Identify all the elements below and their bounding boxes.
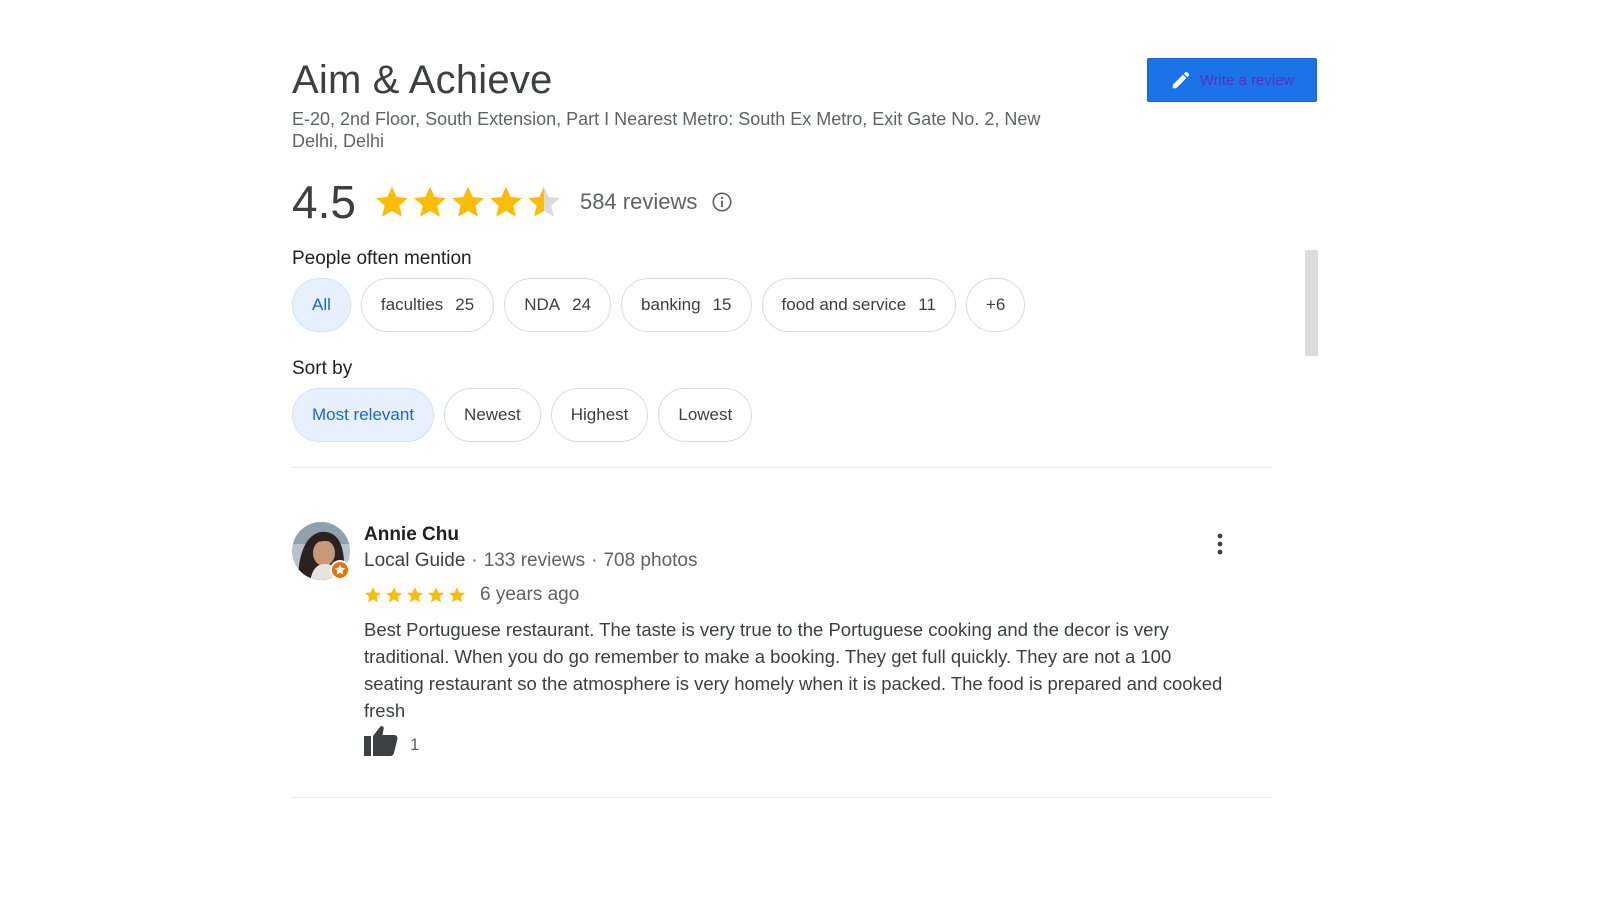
star-full-icon bbox=[386, 587, 402, 603]
info-icon[interactable] bbox=[711, 191, 733, 213]
mention-chip-label: NDA bbox=[524, 295, 561, 314]
reviewer-name[interactable]: Annie Chu bbox=[364, 524, 459, 546]
mention-chip-count: 11 bbox=[918, 295, 936, 314]
reviewer-photo-count: 708 photos bbox=[603, 550, 698, 571]
mention-chip-label: food and service bbox=[781, 295, 907, 314]
like-count: 1 bbox=[410, 735, 420, 754]
sort-option[interactable]: Lowest bbox=[658, 388, 753, 442]
review-count-link[interactable]: 584 reviews bbox=[580, 189, 697, 215]
local-guide-label: Local Guide bbox=[364, 550, 466, 571]
mention-chip[interactable]: NDA 24 bbox=[504, 278, 612, 332]
mentions-label: People often mention bbox=[292, 248, 472, 269]
write-review-button[interactable]: Write a review bbox=[1147, 58, 1317, 102]
sort-label: Sort by bbox=[292, 358, 353, 379]
sort-option[interactable]: Newest bbox=[444, 388, 541, 442]
mention-chips: All faculties 25 NDA 24 banking 15 food and ser… bbox=[292, 278, 1026, 332]
star-half-icon bbox=[528, 186, 560, 217]
review-stars bbox=[364, 586, 466, 604]
divider bbox=[292, 467, 1272, 468]
rating-summary: 4.5 584 reviews bbox=[292, 172, 733, 232]
place-title: Aim & Achieve bbox=[292, 58, 553, 102]
mention-chip-count: 24 bbox=[572, 295, 592, 314]
place-address: E-20, 2nd Floor, South Extension, Part I… bbox=[292, 109, 1041, 151]
mention-chip[interactable]: All bbox=[292, 278, 351, 332]
like-button[interactable]: 1 bbox=[364, 724, 419, 756]
reviewer-review-count: 133 reviews bbox=[483, 550, 586, 571]
pencil-icon bbox=[1172, 71, 1189, 89]
mention-chip[interactable]: food and service 11 bbox=[761, 278, 956, 332]
review-rating-row: 6 years ago bbox=[364, 584, 579, 606]
mention-chip-count: 15 bbox=[712, 295, 732, 314]
thumbs-up-icon bbox=[364, 726, 398, 756]
scrollbar-thumb[interactable] bbox=[1305, 250, 1318, 356]
star-full-icon bbox=[407, 587, 423, 603]
meta-separator: · bbox=[591, 550, 598, 571]
mention-chip[interactable]: faculties 25 bbox=[360, 278, 495, 332]
rating-stars bbox=[374, 184, 562, 220]
star-full-icon bbox=[490, 186, 522, 217]
star-full-icon bbox=[376, 186, 408, 217]
meta-separator: · bbox=[471, 550, 478, 571]
avatar[interactable] bbox=[292, 522, 352, 582]
divider bbox=[292, 797, 1272, 798]
mention-chip-count: 25 bbox=[455, 295, 475, 314]
rating-value: 4.5 bbox=[292, 176, 356, 228]
mention-chip-label: faculties bbox=[380, 295, 444, 314]
star-full-icon bbox=[449, 587, 465, 603]
mention-chip[interactable]: banking 15 bbox=[621, 278, 752, 332]
write-review-label: Write a review bbox=[1199, 71, 1295, 89]
sort-option[interactable]: Most relevant bbox=[292, 388, 435, 442]
star-full-icon bbox=[365, 587, 381, 603]
reviews-panel: Aim & Achieve E-20, 2nd Floor, South Ext… bbox=[292, 48, 1322, 848]
mention-chip-label: +6 bbox=[985, 295, 1006, 314]
star-full-icon bbox=[414, 186, 446, 217]
mention-chip[interactable]: +6 bbox=[965, 278, 1026, 332]
sort-chips: Most relevant Newest Highest Lowest bbox=[292, 388, 753, 442]
mention-chip-label: All bbox=[312, 295, 331, 314]
mention-chip-label: banking bbox=[641, 295, 701, 314]
review-text: Best Portuguese restaurant. The taste is… bbox=[364, 619, 1223, 721]
star-full-icon bbox=[428, 587, 444, 603]
star-full-icon bbox=[452, 186, 484, 217]
review-time: 6 years ago bbox=[480, 584, 580, 605]
reviewer-meta: Local Guide · 133 reviews · 708 photos bbox=[364, 550, 697, 572]
more-options-icon[interactable] bbox=[1210, 530, 1230, 558]
sort-option[interactable]: Highest bbox=[550, 388, 649, 442]
